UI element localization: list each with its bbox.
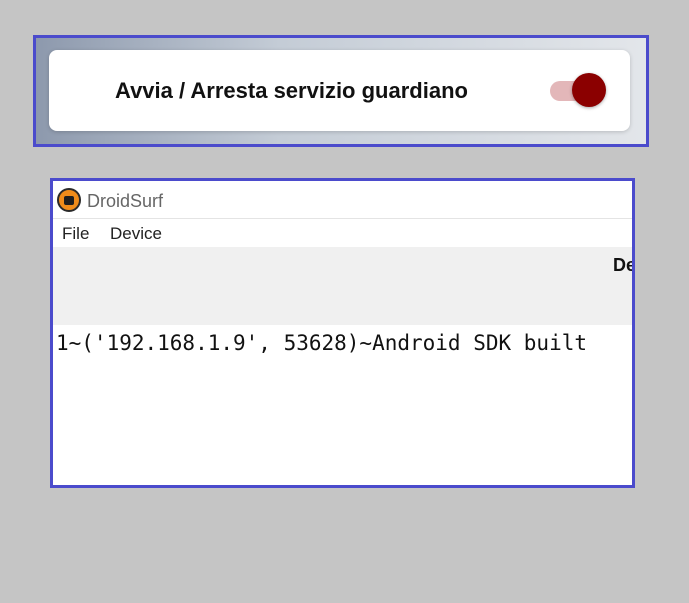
droidsurf-window: DroidSurf File Device De 1~('192.168.1.9… [50, 178, 635, 488]
list-item[interactable]: 1~('192.168.1.9', 53628)~Android SDK bui… [56, 331, 587, 355]
window-title: DroidSurf [87, 191, 164, 211]
column-header-device[interactable]: De [613, 255, 632, 276]
droidsurf-logo-icon [57, 188, 81, 212]
menu-bar: File Device [53, 219, 632, 247]
service-toggle-card: Avvia / Arresta servizio guardiano [49, 50, 630, 131]
window-titlebar: DroidSurf [53, 181, 632, 219]
device-list[interactable]: 1~('192.168.1.9', 53628)~Android SDK bui… [53, 325, 632, 485]
menu-device[interactable]: Device [110, 219, 162, 247]
service-toggle-switch[interactable] [550, 73, 606, 107]
service-toggle-label: Avvia / Arresta servizio guardiano [115, 78, 468, 103]
service-toggle-panel: Avvia / Arresta servizio guardiano [33, 35, 649, 147]
toggle-thumb[interactable] [572, 73, 606, 107]
menu-file[interactable]: File [62, 219, 89, 247]
table-header: De [53, 247, 632, 325]
